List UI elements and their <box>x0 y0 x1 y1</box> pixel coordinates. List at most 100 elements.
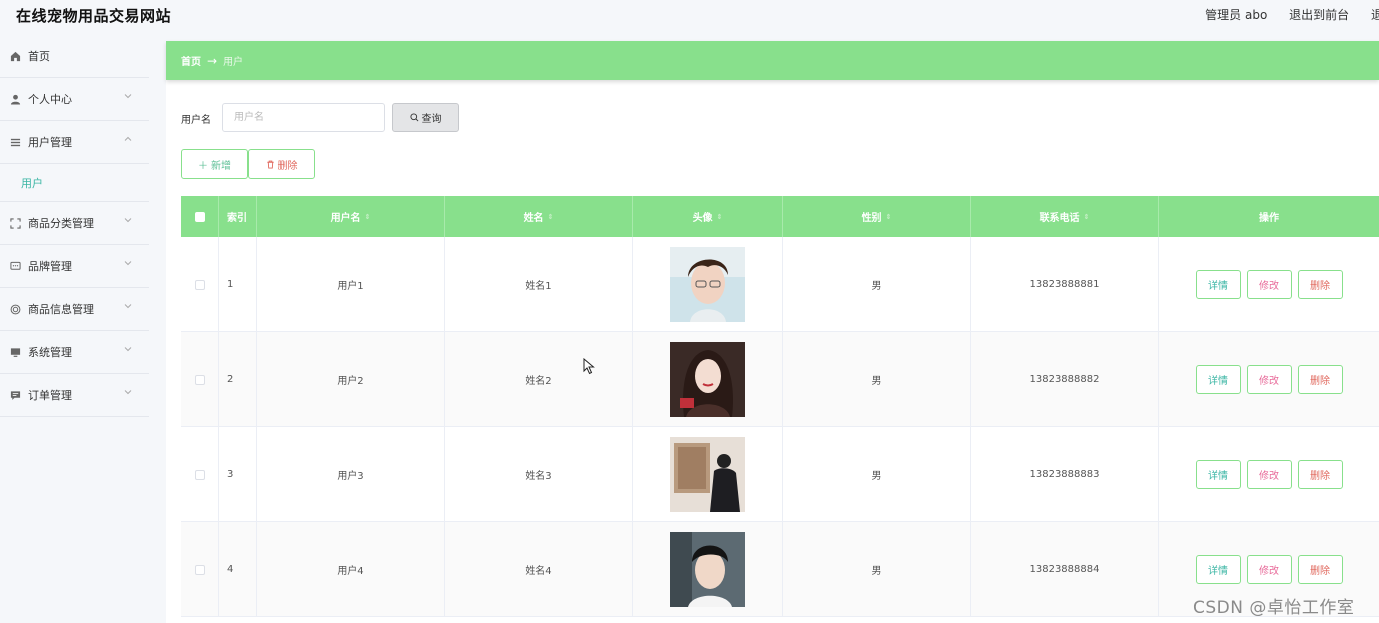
row-gender: 男 <box>783 332 971 427</box>
header-phone[interactable]: 联系电话 ⇕ <box>971 196 1159 237</box>
sidebar-item-category-management[interactable]: 商品分类管理 <box>0 202 149 245</box>
row-username: 用户4 <box>257 522 445 617</box>
sidebar-item-product-management[interactable]: 商品信息管理 <box>0 288 149 331</box>
sort-icon[interactable]: ⇕ <box>886 213 892 221</box>
detail-button[interactable]: 详情 <box>1195 365 1241 394</box>
chevron-down-icon <box>124 390 132 395</box>
sidebar-item-label: 商品信息管理 <box>28 303 94 316</box>
row-checkbox[interactable] <box>194 564 205 575</box>
chevron-down-icon <box>124 94 132 99</box>
table-row: 2 用户2 姓名2 男 13823888882 详情 修改 删除 <box>181 332 1379 427</box>
sidebar-item-user-management[interactable]: 用户管理 <box>0 121 149 164</box>
delete-button[interactable]: 删除 <box>1297 365 1343 394</box>
header-label: 头像 <box>692 213 713 224</box>
sidebar-item-label: 商品分类管理 <box>28 217 94 230</box>
sidebar-item-home[interactable]: 首页 <box>0 35 149 78</box>
sidebar-item-label: 首页 <box>28 50 50 63</box>
row-avatar-cell <box>633 332 783 427</box>
sidebar-subitem-user[interactable]: 用户 <box>0 164 149 202</box>
batch-delete-button[interactable]: 删除 <box>248 149 315 179</box>
logout-link[interactable]: 退出登录 <box>1371 8 1379 22</box>
breadcrumb-current: 用户 <box>223 57 244 68</box>
sort-icon[interactable]: ⇕ <box>548 213 554 221</box>
row-avatar-cell <box>633 427 783 522</box>
search-button[interactable]: 查询 <box>392 103 459 132</box>
sidebar-item-order-management[interactable]: 订单管理 <box>0 374 149 417</box>
sort-icon[interactable]: ⇕ <box>717 213 723 221</box>
header-label: 操作 <box>1259 213 1279 224</box>
row-checkbox[interactable] <box>194 374 205 385</box>
row-name: 姓名3 <box>445 427 633 522</box>
edit-button[interactable]: 修改 <box>1246 365 1292 394</box>
header-label: 性别 <box>861 213 882 224</box>
frame-icon <box>9 217 21 229</box>
home-icon <box>9 50 21 62</box>
row-checkbox-cell <box>181 237 219 332</box>
search-input[interactable] <box>222 103 385 132</box>
row-index: 4 <box>219 522 257 617</box>
breadcrumb-home[interactable]: 首页 <box>181 53 201 68</box>
user-icon <box>9 93 21 105</box>
edit-button[interactable]: 修改 <box>1246 460 1292 489</box>
trash-icon <box>266 160 274 169</box>
search-icon <box>409 113 418 122</box>
row-phone: 13823888883 <box>971 427 1159 522</box>
avatar <box>670 342 745 417</box>
add-button[interactable]: ＋ 新增 <box>181 149 248 179</box>
search-button-label: 查询 <box>421 114 442 125</box>
exit-to-front-link[interactable]: 退出到前台 <box>1289 8 1349 22</box>
header-label: 姓名 <box>523 213 544 224</box>
row-username: 用户2 <box>257 332 445 427</box>
chat-icon <box>9 260 21 272</box>
sidebar: 首页 个人中心 用户管理 用户 商品分类管理 品牌管理 商品信息管理 系统管理 … <box>0 35 149 417</box>
edit-button[interactable]: 修改 <box>1246 270 1292 299</box>
header-actions: 操作 <box>1159 196 1379 237</box>
row-index: 2 <box>219 332 257 427</box>
sidebar-item-label: 品牌管理 <box>28 260 72 273</box>
detail-button[interactable]: 详情 <box>1195 555 1241 584</box>
sidebar-item-brand-management[interactable]: 品牌管理 <box>0 245 149 288</box>
delete-button[interactable]: 删除 <box>1297 270 1343 299</box>
delete-button[interactable]: 删除 <box>1297 555 1343 584</box>
sort-icon[interactable]: ⇕ <box>365 213 371 221</box>
user-table: 索引 用户名 ⇕ 姓名 ⇕ 头像 ⇕ 性别 ⇕ 联系电话 ⇕ 操作 1 用户1 姓名1 男… <box>181 196 1379 617</box>
header-select-all <box>181 196 219 237</box>
message-icon <box>9 389 21 401</box>
row-username: 用户3 <box>257 427 445 522</box>
row-checkbox[interactable] <box>194 279 205 290</box>
header-gender[interactable]: 性别 ⇕ <box>783 196 971 237</box>
detail-button[interactable]: 详情 <box>1195 270 1241 299</box>
header-label: 联系电话 <box>1039 213 1080 224</box>
chevron-down-icon <box>124 347 132 352</box>
header-label: 索引 <box>227 213 247 224</box>
row-checkbox[interactable] <box>194 469 205 480</box>
admin-label: 管理员 abo <box>1205 8 1268 22</box>
row-checkbox-cell <box>181 332 219 427</box>
main-content: 首页 → 用户 用户名 查询 ＋ 新增 删除 索引 用户名 ⇕ 姓名 ⇕ 头像 ⇕ 性… <box>166 41 1379 623</box>
sidebar-item-label: 系统管理 <box>28 346 72 359</box>
add-button-label: 新增 <box>211 160 231 172</box>
header-name[interactable]: 姓名 ⇕ <box>445 196 633 237</box>
chevron-down-icon <box>124 304 132 309</box>
row-phone: 13823888882 <box>971 332 1159 427</box>
row-phone: 13823888881 <box>971 237 1159 332</box>
row-name: 姓名4 <box>445 522 633 617</box>
table-header: 索引 用户名 ⇕ 姓名 ⇕ 头像 ⇕ 性别 ⇕ 联系电话 ⇕ 操作 <box>181 196 1379 237</box>
plus-icon: ＋ <box>198 160 208 172</box>
detail-button[interactable]: 详情 <box>1195 460 1241 489</box>
row-index: 1 <box>219 237 257 332</box>
breadcrumb: 首页 → 用户 <box>166 41 1379 80</box>
mouse-cursor-icon <box>583 358 595 375</box>
select-all-checkbox[interactable] <box>194 211 205 222</box>
sidebar-item-system-management[interactable]: 系统管理 <box>0 331 149 374</box>
sort-icon[interactable]: ⇕ <box>1084 213 1090 221</box>
top-bar: 在线宠物用品交易网站 管理员 abo 退出到前台 退出登录 <box>0 0 1379 30</box>
header-username[interactable]: 用户名 ⇕ <box>257 196 445 237</box>
edit-button[interactable]: 修改 <box>1246 555 1292 584</box>
header-avatar[interactable]: 头像 ⇕ <box>633 196 783 237</box>
delete-button[interactable]: 删除 <box>1297 460 1343 489</box>
sidebar-item-personal-center[interactable]: 个人中心 <box>0 78 149 121</box>
row-checkbox-cell <box>181 427 219 522</box>
row-actions: 详情 修改 删除 <box>1159 332 1379 427</box>
menu-icon <box>9 136 21 148</box>
